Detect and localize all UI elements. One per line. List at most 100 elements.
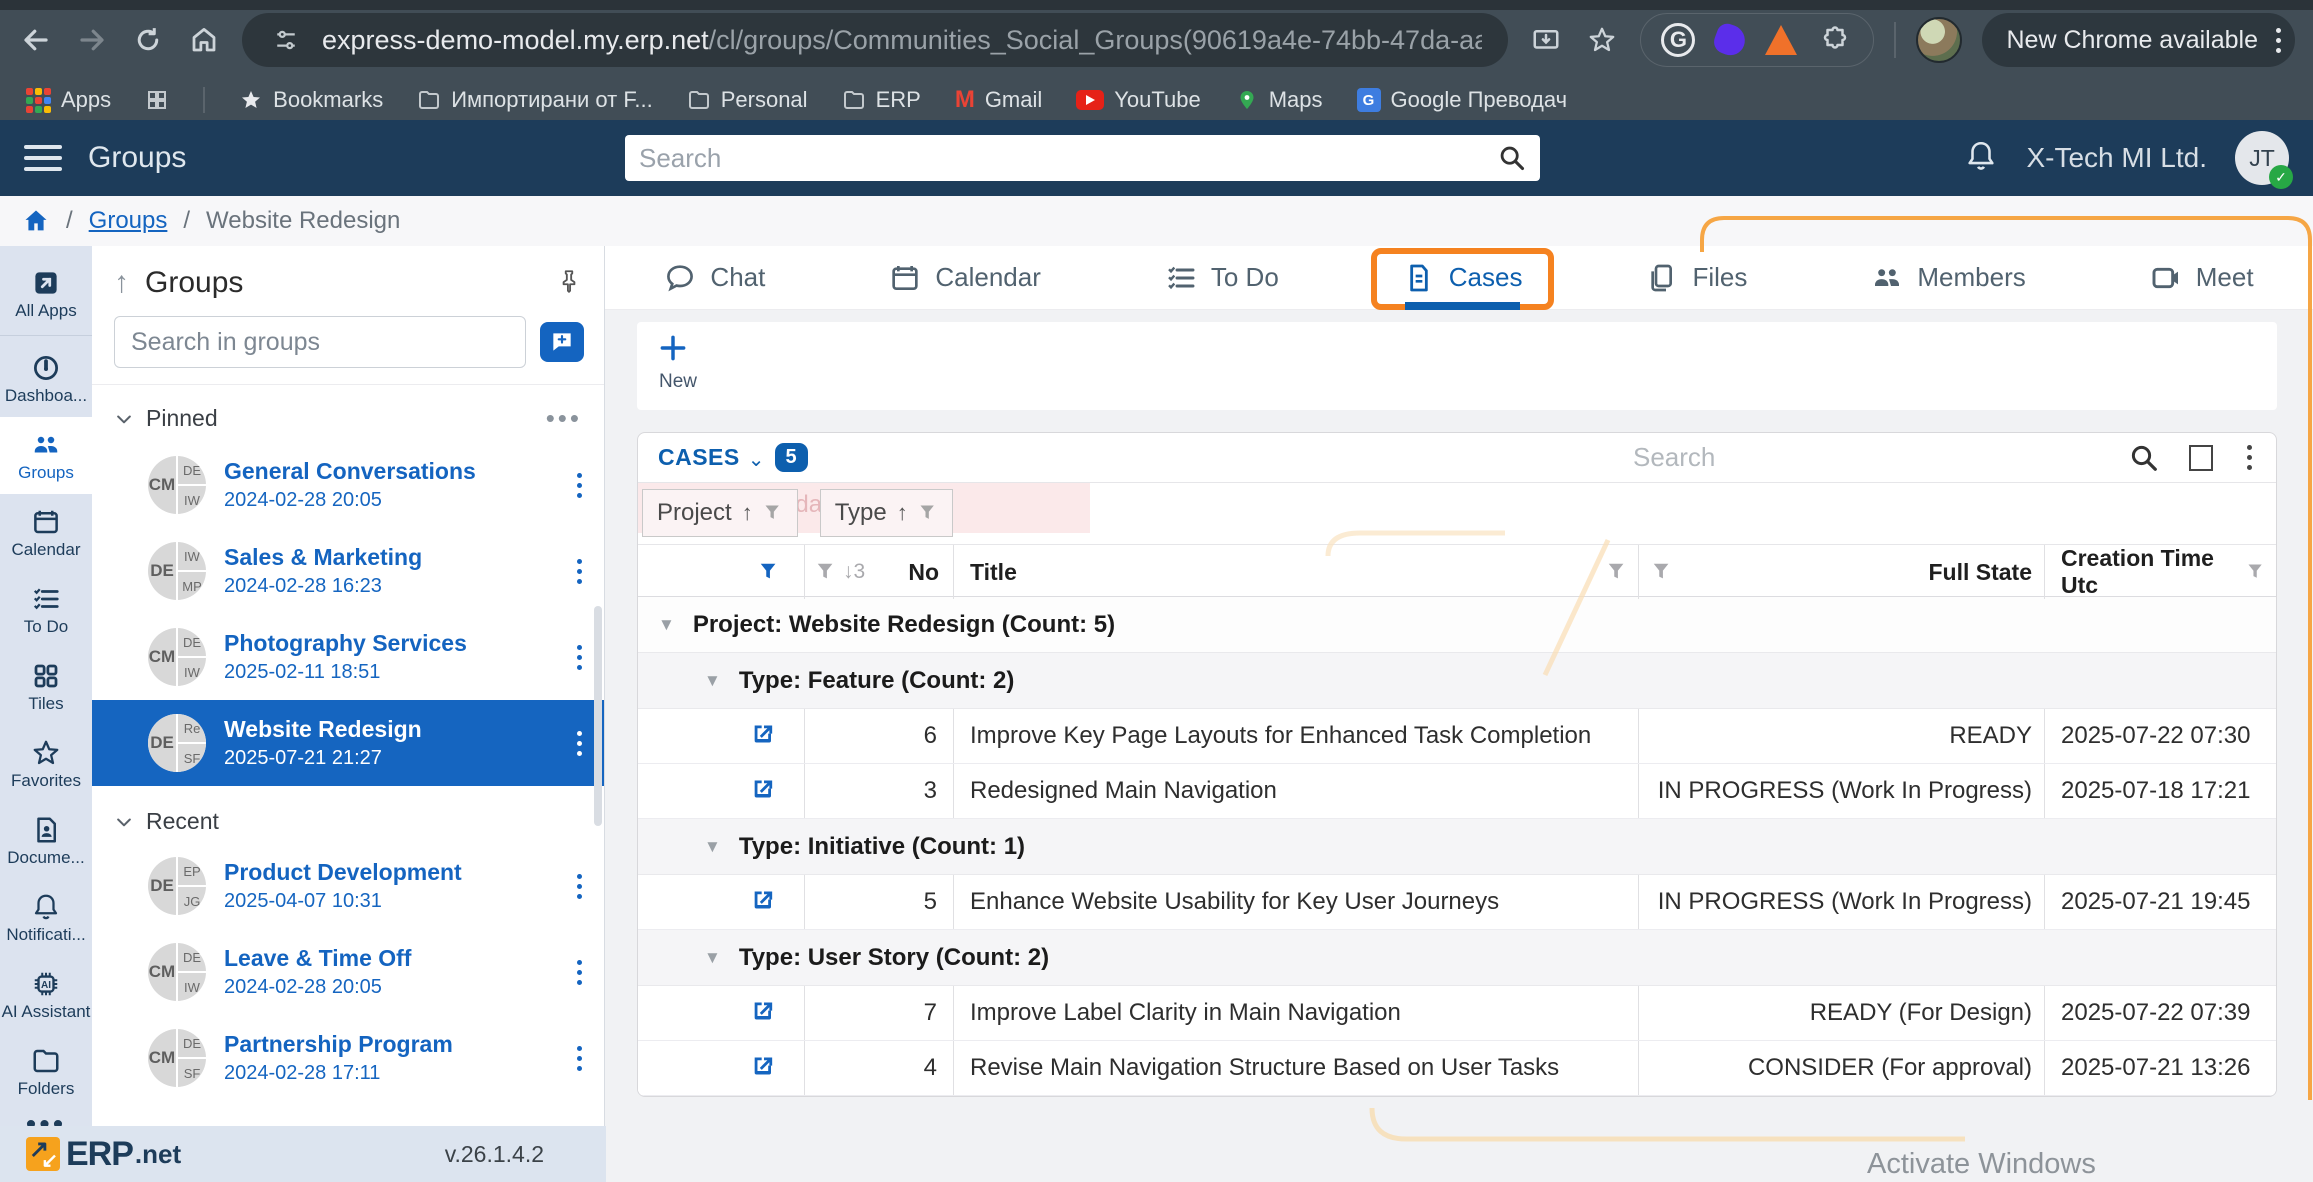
collapse-toggle-icon[interactable]: ▼ — [704, 671, 721, 691]
header-no-cell[interactable]: ↓3 No — [805, 545, 954, 599]
open-in-new-icon[interactable] — [750, 888, 778, 916]
bookmark-personal-folder[interactable]: Personal — [687, 87, 808, 113]
project-group-row[interactable]: ▼ Project: Website Redesign (Count: 5) — [638, 597, 2276, 653]
group-menu-icon[interactable] — [573, 956, 586, 989]
hamburger-menu-icon[interactable] — [24, 145, 62, 171]
group-list-item[interactable]: CM DEIW Leave & Time Off 2024-02-28 20:0… — [92, 929, 604, 1015]
header-filter-cell[interactable] — [638, 545, 805, 599]
tab-chat[interactable]: Chat — [660, 246, 769, 310]
filter-funnel-icon[interactable] — [1651, 561, 1673, 583]
bookmark-translate[interactable]: GGoogle Преводач — [1357, 87, 1568, 113]
collapse-toggle-icon[interactable]: ▼ — [704, 948, 721, 968]
filter-funnel-icon[interactable] — [2246, 561, 2266, 583]
groups-search-input[interactable] — [131, 328, 509, 357]
new-case-button[interactable]: New — [657, 332, 2277, 393]
group-list-item[interactable]: DE IWMP Sales & Marketing 2024-02-28 16:… — [92, 528, 604, 614]
tab-cases[interactable]: Cases — [1399, 246, 1527, 310]
bookmark-star-icon[interactable] — [1584, 22, 1620, 58]
group-list-item[interactable]: CM DESF Partnership Program 2024-02-28 1… — [92, 1015, 604, 1101]
forward-icon[interactable] — [74, 22, 110, 58]
group-menu-icon[interactable] — [573, 469, 586, 502]
pin-icon[interactable] — [556, 268, 582, 299]
sidebar-item-notifications[interactable]: Notificati... — [0, 879, 92, 956]
tab-meet[interactable]: Meet — [2146, 246, 2258, 310]
sidebar-item-todo[interactable]: To Do — [0, 571, 92, 648]
chrome-profile-avatar[interactable] — [1916, 17, 1962, 63]
group-list-item[interactable]: CM DEIW Photography Services 2025-02-11 … — [92, 614, 604, 700]
group-list-item[interactable]: CM DEIW General Conversations 2024-02-28… — [92, 442, 604, 528]
bookmark-youtube[interactable]: YouTube — [1076, 87, 1200, 113]
back-icon[interactable] — [18, 22, 54, 58]
bookmark-gmail[interactable]: MGmail — [955, 86, 1042, 114]
header-created-cell[interactable]: Creation Time Utc — [2045, 545, 2276, 599]
sidebar-item-favorites[interactable]: Favorites — [0, 725, 92, 802]
bookmark-erp-folder[interactable]: ERP — [842, 87, 921, 113]
case-row[interactable]: 7 Improve Label Clarity in Main Navigati… — [638, 986, 2276, 1041]
sidebar-item-tiles[interactable]: Tiles — [0, 648, 92, 725]
group-list-item[interactable]: DE ReSF Website Redesign 2025-07-21 21:2… — [92, 700, 604, 786]
group-menu-icon[interactable] — [573, 555, 586, 588]
tab-members[interactable]: Members — [1867, 246, 2029, 310]
bookmark-apps[interactable]: Apps — [26, 87, 111, 113]
user-avatar[interactable]: JT ✓ — [2235, 131, 2289, 185]
rocket-extension-icon[interactable] — [1711, 21, 1749, 59]
chrome-menu-icon[interactable] — [2272, 24, 2285, 57]
firebase-extension-icon[interactable] — [1765, 25, 1797, 55]
type-group-row[interactable]: ▼ Type: User Story (Count: 2) — [638, 930, 2276, 986]
search-icon[interactable] — [1498, 144, 1526, 172]
filter-funnel-icon[interactable] — [815, 561, 837, 583]
bookmark-imported-folder[interactable]: Импортирани от F... — [417, 87, 653, 113]
open-in-new-icon[interactable] — [750, 999, 778, 1027]
cases-search-input[interactable] — [1633, 442, 2113, 473]
bookmark-maps[interactable]: Maps — [1235, 87, 1323, 113]
group-menu-icon[interactable] — [573, 727, 586, 760]
sidebar-item-dashboard[interactable]: Dashboa... — [0, 340, 92, 417]
tab-todo[interactable]: To Do — [1161, 246, 1283, 310]
collapse-toggle-icon[interactable]: ▼ — [704, 837, 721, 857]
open-in-new-icon[interactable] — [750, 777, 778, 805]
collapse-up-icon[interactable]: ↑ — [114, 266, 129, 300]
case-row[interactable]: 4 Revise Main Navigation Structure Based… — [638, 1041, 2276, 1096]
reload-icon[interactable] — [130, 22, 166, 58]
group-menu-icon[interactable] — [573, 641, 586, 674]
case-row[interactable]: 6 Improve Key Page Layouts for Enhanced … — [638, 709, 2276, 764]
group-chip-type[interactable]: Type ↑ — [820, 489, 953, 537]
chevron-down-icon[interactable]: ⌄ — [748, 447, 765, 472]
tab-calendar[interactable]: Calendar — [885, 246, 1045, 310]
cases-panel-title[interactable]: CASES — [658, 444, 740, 471]
group-menu-icon[interactable] — [573, 870, 586, 903]
tab-files[interactable]: Files — [1642, 246, 1751, 310]
bookmark-bookmarks[interactable]: Bookmarks — [239, 87, 383, 113]
global-search[interactable] — [625, 135, 1540, 181]
recent-section-header[interactable]: Recent — [92, 790, 604, 843]
pinned-section-header[interactable]: Pinned ••• — [92, 384, 604, 442]
sidebar-item-documents[interactable]: Docume... — [0, 802, 92, 879]
group-menu-icon[interactable] — [573, 1042, 586, 1075]
sidebar-item-all-apps[interactable]: All Apps — [0, 252, 92, 336]
type-group-row[interactable]: ▼ Type: Feature (Count: 2) — [638, 653, 2276, 709]
open-in-new-icon[interactable] — [750, 722, 778, 750]
global-search-input[interactable] — [639, 143, 1498, 174]
bookmark-grid-button[interactable] — [145, 88, 169, 112]
grammarly-extension-icon[interactable]: G — [1661, 23, 1695, 57]
cases-search[interactable] — [1633, 442, 2113, 473]
cases-menu-icon[interactable] — [2243, 441, 2256, 474]
sidebar-item-folders[interactable]: Folders — [0, 1033, 92, 1110]
case-row[interactable]: 3 Redesigned Main Navigation IN PROGRESS… — [638, 764, 2276, 819]
address-bar[interactable]: express-demo-model.my.erp.net/cl/groups/… — [242, 13, 1508, 67]
maximize-icon[interactable] — [2189, 445, 2213, 471]
case-row[interactable]: 5 Enhance Website Usability for Key User… — [638, 875, 2276, 930]
site-settings-icon[interactable] — [268, 22, 304, 58]
type-group-row[interactable]: ▼ Type: Initiative (Count: 1) — [638, 819, 2276, 875]
groups-scrollbar[interactable] — [594, 606, 602, 826]
extensions-puzzle-icon[interactable] — [1817, 22, 1853, 58]
new-group-button[interactable] — [540, 322, 584, 362]
group-list-item[interactable]: DE EPJG Product Development 2025-04-07 1… — [92, 843, 604, 929]
breadcrumb-groups-link[interactable]: Groups — [89, 207, 168, 235]
sidebar-item-groups[interactable]: Groups — [0, 417, 92, 494]
filter-funnel-icon[interactable] — [1606, 561, 1628, 583]
collapse-toggle-icon[interactable]: ▼ — [658, 615, 675, 635]
home-icon[interactable] — [22, 207, 50, 235]
active-filter-icon[interactable] — [758, 561, 780, 583]
open-in-new-icon[interactable] — [750, 1054, 778, 1082]
